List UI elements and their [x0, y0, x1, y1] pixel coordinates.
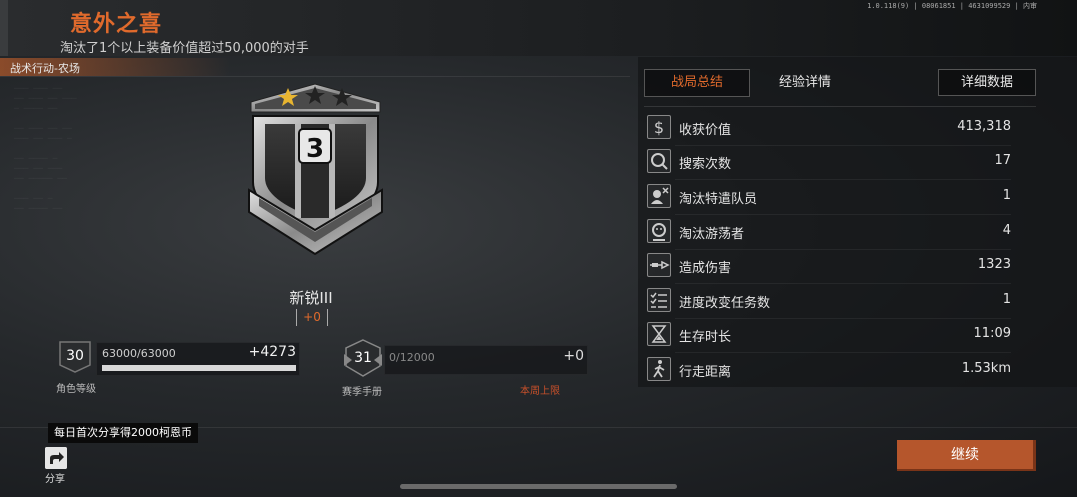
- task-progress-icon: [647, 288, 671, 312]
- stat-label: 行走距离: [679, 365, 732, 380]
- stat-value: 1323: [977, 257, 1011, 272]
- svg-text:$: $: [654, 118, 664, 137]
- stat-value: 11:09: [973, 326, 1011, 341]
- background-decoration: ─── ─── ── ── ─── ── ─── ─ ──── ── ── ─── ─…: [14, 84, 77, 213]
- season-pass-level-number: 31: [354, 350, 372, 366]
- character-xp: 63000/63000: [102, 347, 176, 360]
- damage-icon: [647, 253, 671, 277]
- stat-row: $ 收获价值 413,318: [645, 112, 1011, 146]
- stat-row: 造成伤害 1323: [645, 250, 1011, 284]
- wanderer-eliminated-icon: [647, 219, 671, 243]
- banner-accent: [0, 0, 8, 56]
- divider: [0, 76, 630, 77]
- weekly-cap-note: 本周上限: [520, 386, 560, 397]
- season-pass-xp-gain: +0: [563, 348, 584, 364]
- season-pass-label: 赛季手册: [342, 387, 382, 398]
- stat-label: 搜索次数: [679, 157, 732, 172]
- stat-label: 收获价值: [679, 123, 732, 138]
- stat-label: 生存时长: [679, 330, 732, 345]
- character-xp-bar: [102, 365, 296, 371]
- rank-points-delta: +0: [296, 309, 328, 326]
- operator-eliminated-icon: [647, 184, 671, 208]
- stat-row: 生存时长 11:09: [645, 319, 1011, 353]
- map-name: 战术行动-农场: [10, 62, 80, 75]
- rank-name: 新锐III: [289, 289, 333, 307]
- divider: [644, 106, 1036, 107]
- stat-row: 行走距离 1.53km: [645, 354, 1011, 384]
- stat-value: 1: [1002, 292, 1011, 307]
- stat-label: 淘汰特遣队员: [679, 192, 758, 207]
- character-xp-gain: +4273: [248, 344, 296, 360]
- detailed-data-button[interactable]: 详细数据: [938, 69, 1036, 96]
- rank-emblem-icon: 3: [248, 83, 383, 256]
- svg-text:3: 3: [306, 134, 324, 164]
- character-level-number: 30: [66, 348, 84, 364]
- hourglass-icon: [647, 322, 671, 346]
- share-icon[interactable]: [45, 447, 67, 469]
- version-label: 1.0.118(9) | 08061851 | 4631099529 | 内审: [867, 2, 1037, 10]
- character-level-label: 角色等级: [56, 384, 96, 395]
- stat-label: 造成伤害: [679, 261, 732, 276]
- achievement-title: 意外之喜: [70, 12, 163, 37]
- stat-value: 1: [1002, 188, 1011, 203]
- achievement-description: 淘汰了1个以上装备价值超过50,000的对手: [60, 41, 309, 56]
- dollar-icon: $: [647, 115, 671, 139]
- stat-value: 1.53km: [961, 361, 1011, 376]
- tab-experience-details[interactable]: 经验详情: [760, 69, 850, 97]
- stat-label: 淘汰游荡者: [679, 227, 745, 242]
- share-reward-tooltip: 每日首次分享得2000柯恩币: [48, 423, 198, 443]
- stat-value: 17: [994, 153, 1011, 168]
- stat-row: 进度改变任务数 1: [645, 285, 1011, 319]
- stat-row: 搜索次数 17: [645, 146, 1011, 180]
- stat-value: 413,318: [957, 119, 1011, 134]
- tab-match-summary[interactable]: 战局总结: [644, 69, 750, 97]
- home-indicator[interactable]: [400, 484, 677, 489]
- stat-label: 进度改变任务数: [679, 296, 771, 311]
- share-label[interactable]: 分享: [45, 470, 65, 485]
- walking-icon: [647, 357, 671, 381]
- stat-row: 淘汰特遣队员 1: [645, 181, 1011, 215]
- continue-button[interactable]: 继续: [897, 440, 1036, 471]
- stat-value: 4: [1002, 223, 1011, 238]
- season-pass-xp: 0/12000: [389, 351, 435, 364]
- search-icon: [647, 149, 671, 173]
- stat-row: 淘汰游荡者 4: [645, 216, 1011, 250]
